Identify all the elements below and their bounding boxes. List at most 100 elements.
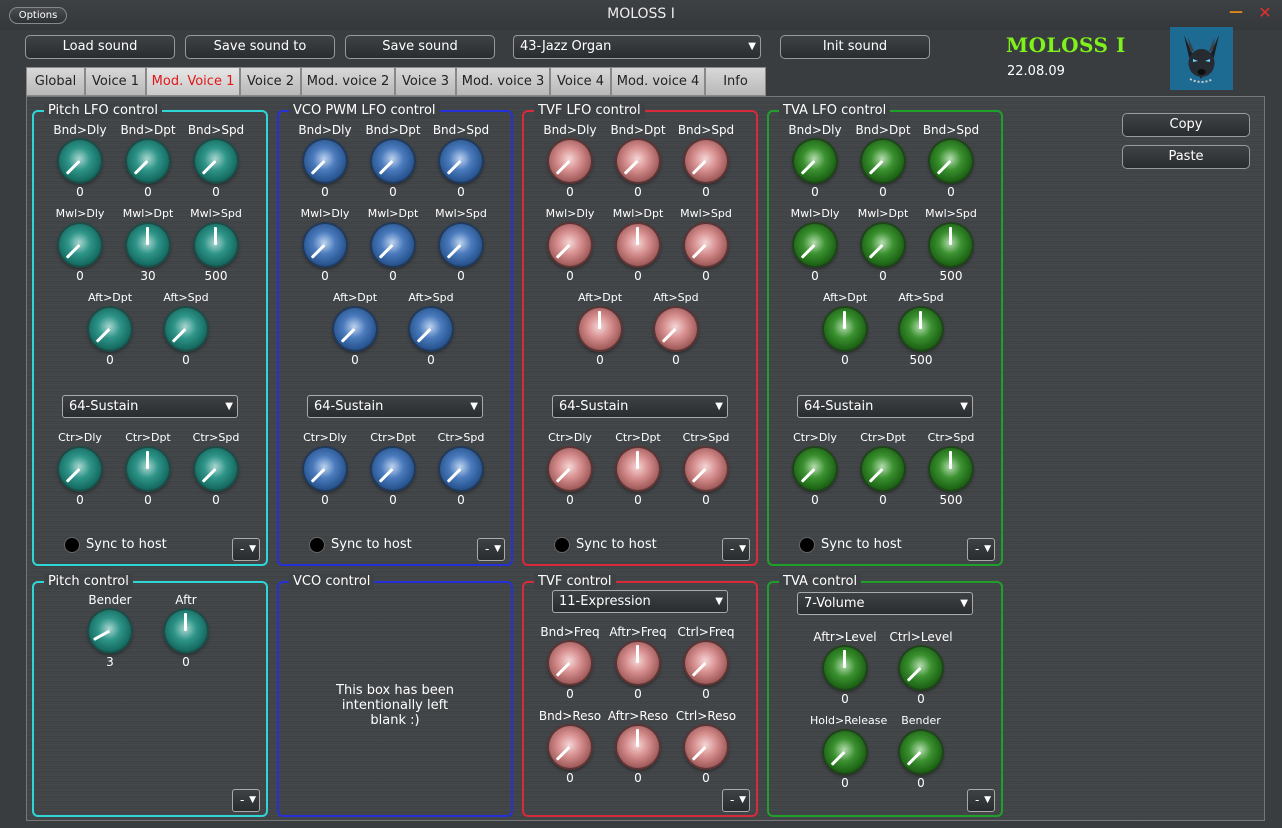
knob[interactable]	[304, 224, 346, 266]
knob[interactable]	[617, 642, 659, 684]
knob[interactable]	[900, 731, 942, 773]
tab-mod-voice-4[interactable]: Mod. voice 4	[611, 67, 705, 96]
knob[interactable]	[549, 224, 591, 266]
knob[interactable]	[900, 647, 942, 689]
knob[interactable]	[59, 448, 101, 490]
knob[interactable]	[410, 308, 452, 350]
sync-radio[interactable]	[64, 537, 80, 553]
init-sound-button[interactable]: Init sound	[780, 35, 930, 59]
sync-radio[interactable]	[799, 537, 815, 553]
knob[interactable]	[440, 140, 482, 182]
knob[interactable]	[165, 610, 207, 652]
save-sound-to-button[interactable]: Save sound to	[185, 35, 335, 59]
chevron-down-icon: ▼	[984, 544, 991, 554]
knob[interactable]	[195, 448, 237, 490]
knob[interactable]	[655, 308, 697, 350]
knob-label: Aft>Dpt	[87, 291, 133, 304]
knob[interactable]	[617, 448, 659, 490]
knob[interactable]	[900, 308, 942, 350]
knob[interactable]	[304, 140, 346, 182]
knob[interactable]	[89, 308, 131, 350]
tab-voice-2[interactable]: Voice 2	[240, 67, 301, 96]
knob[interactable]	[824, 731, 866, 773]
cc-select[interactable]: 64-Sustain ▼	[307, 395, 483, 418]
knob[interactable]	[794, 140, 836, 182]
knob-value: 0	[457, 185, 465, 199]
knob[interactable]	[685, 140, 727, 182]
knob[interactable]	[824, 647, 866, 689]
knob-label: Mwl>Dpt	[612, 207, 664, 220]
mode-select[interactable]: - ▼	[722, 789, 750, 812]
cc-select[interactable]: 64-Sustain ▼	[62, 395, 238, 418]
knob[interactable]	[824, 308, 866, 350]
close-icon[interactable]: ✕	[1256, 3, 1274, 23]
tab-global[interactable]: Global	[26, 67, 85, 96]
knob[interactable]	[930, 448, 972, 490]
tab-voice-4[interactable]: Voice 4	[550, 67, 611, 96]
knob[interactable]	[372, 224, 414, 266]
cc-select[interactable]: 64-Sustain ▼	[552, 395, 728, 418]
knob[interactable]	[794, 448, 836, 490]
knob[interactable]	[685, 448, 727, 490]
tab-voice-1[interactable]: Voice 1	[85, 67, 146, 96]
knob[interactable]	[195, 140, 237, 182]
mode-select[interactable]: - ▼	[232, 538, 260, 561]
sync-radio[interactable]	[309, 537, 325, 553]
cc-select[interactable]: 11-Expression ▼	[552, 590, 728, 613]
paste-button[interactable]: Paste	[1122, 145, 1250, 169]
tab-mod-voice-3[interactable]: Mod. voice 3	[456, 67, 550, 96]
knob[interactable]	[862, 448, 904, 490]
mode-select[interactable]: - ▼	[967, 538, 995, 561]
knob-value: 0	[879, 493, 887, 507]
knob[interactable]	[372, 140, 414, 182]
knob[interactable]	[617, 140, 659, 182]
knob[interactable]	[862, 140, 904, 182]
tab-mod-voice-1[interactable]: Mod. Voice 1	[146, 67, 240, 96]
mode-select[interactable]: - ▼	[967, 789, 995, 812]
save-sound-button[interactable]: Save sound	[345, 35, 495, 59]
knob[interactable]	[59, 140, 101, 182]
knob[interactable]	[549, 140, 591, 182]
mode-value: -	[975, 542, 980, 556]
knob[interactable]	[617, 726, 659, 768]
knob[interactable]	[304, 448, 346, 490]
mode-select[interactable]: - ▼	[722, 538, 750, 561]
knob[interactable]	[334, 308, 376, 350]
options-button[interactable]: Options	[9, 7, 67, 24]
load-sound-button[interactable]: Load sound	[25, 35, 175, 59]
knob[interactable]	[195, 224, 237, 266]
cc-select[interactable]: 7-Volume ▼	[797, 592, 973, 615]
knob-value: 0	[321, 493, 329, 507]
knob[interactable]	[549, 642, 591, 684]
mode-select[interactable]: - ▼	[232, 789, 260, 812]
knob[interactable]	[549, 448, 591, 490]
knob[interactable]	[549, 726, 591, 768]
knob[interactable]	[127, 140, 169, 182]
knob[interactable]	[372, 448, 414, 490]
preset-select[interactable]: 43-Jazz Organ ▼	[513, 35, 761, 59]
mode-select[interactable]: - ▼	[477, 538, 505, 561]
knob[interactable]	[89, 610, 131, 652]
knob[interactable]	[930, 140, 972, 182]
knob[interactable]	[685, 642, 727, 684]
tab-mod-voice-2[interactable]: Mod. voice 2	[301, 67, 395, 96]
knob[interactable]	[862, 224, 904, 266]
copy-button[interactable]: Copy	[1122, 113, 1250, 137]
knob[interactable]	[127, 224, 169, 266]
knob[interactable]	[617, 224, 659, 266]
minimize-icon[interactable]: —	[1228, 4, 1244, 22]
cc-select[interactable]: 64-Sustain ▼	[797, 395, 973, 418]
tab-info[interactable]: Info	[705, 67, 766, 96]
knob[interactable]	[59, 224, 101, 266]
knob[interactable]	[127, 448, 169, 490]
knob[interactable]	[685, 726, 727, 768]
knob[interactable]	[440, 448, 482, 490]
knob[interactable]	[930, 224, 972, 266]
knob[interactable]	[579, 308, 621, 350]
knob[interactable]	[685, 224, 727, 266]
knob[interactable]	[165, 308, 207, 350]
sync-radio[interactable]	[554, 537, 570, 553]
tab-voice-3[interactable]: Voice 3	[395, 67, 456, 96]
knob[interactable]	[794, 224, 836, 266]
knob[interactable]	[440, 224, 482, 266]
